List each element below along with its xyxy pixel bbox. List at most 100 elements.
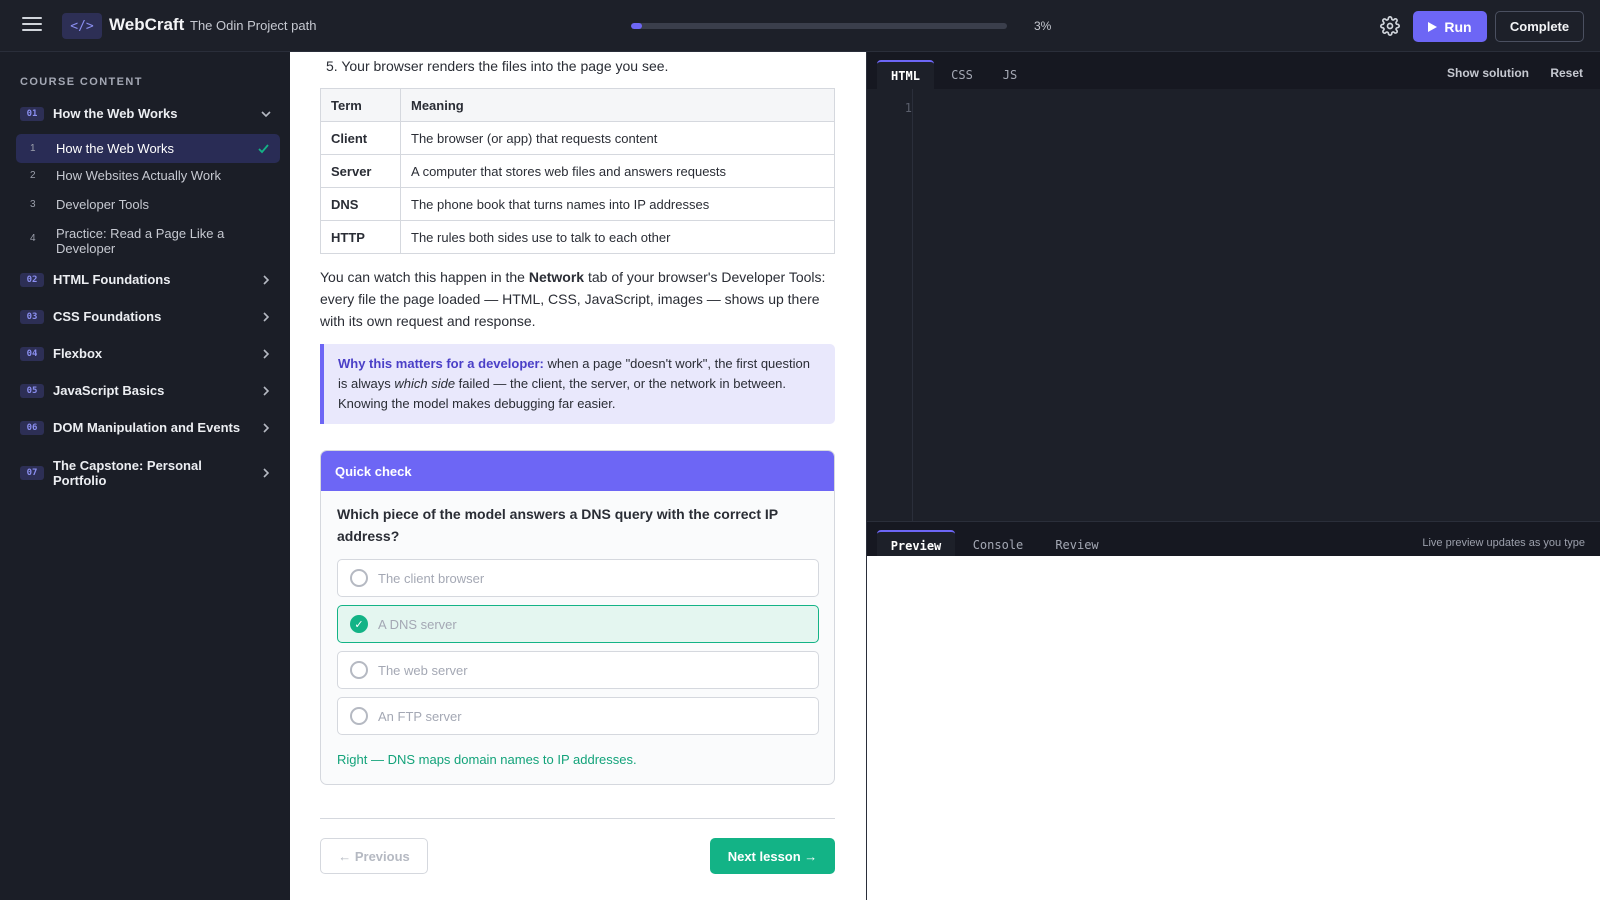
paragraph-text: You can watch this happen in the [320,269,529,285]
lesson-item[interactable]: 3 Developer Tools [16,197,280,219]
module-number: 04 [20,346,44,361]
chevron-right-icon [263,385,270,396]
developer-callout: Why this matters for a developer: when a… [320,344,835,424]
table-header-row: Term Meaning [320,88,835,122]
table-cell-term: Server [320,154,401,188]
logo-badge: </> [62,13,102,39]
tab-review[interactable]: Review [1039,530,1115,559]
lesson-item[interactable]: 2 How Websites Actually Work [16,168,280,190]
course-progress-bar [631,23,1007,29]
module-number: 05 [20,383,44,398]
module-number: 06 [20,420,44,435]
tab-console[interactable]: Console [957,530,1039,559]
quiz-option[interactable]: The web server [337,651,819,689]
lesson-title: Developer Tools [56,197,149,212]
radio-button[interactable] [350,569,368,587]
live-preview-pane[interactable] [867,556,1600,900]
lesson-number: 4 [30,233,36,244]
lesson-paragraph: You can watch this happen in the Network… [320,266,835,332]
chevron-right-icon [263,348,270,359]
lesson-title: Practice: Read a Page Like a Developer [56,226,225,256]
module-title: HTML Foundations [53,272,171,287]
module-item[interactable]: 04 Flexbox [20,346,272,361]
module-item[interactable]: 01 How the Web Works [20,106,272,121]
radio-button[interactable] [350,707,368,725]
quiz-feedback: Right — DNS maps domain names to IP addr… [337,752,637,767]
module-item[interactable]: 07 The Capstone: Personal Portfolio [20,457,272,489]
module-item[interactable]: 05 JavaScript Basics [20,383,272,398]
module-number: 07 [20,466,44,480]
module-number: 03 [20,309,44,324]
play-icon [1428,21,1438,32]
paragraph-emphasis: Network [528,269,585,285]
lesson-number: 2 [30,170,36,181]
run-button-label: Run [1444,18,1472,35]
course-sidebar: COURSE CONTENT 01 How the Web Works 1 Ho… [0,52,290,900]
table-cell-term: Client [320,121,401,155]
chevron-right-icon [263,311,270,322]
code-editor-panel: HTML CSS JS Show solution Reset 1 Previe… [866,52,1600,900]
lesson-title: How Websites Actually Work [56,168,221,183]
table-row: DNS The phone book that turns names into… [320,187,835,221]
radio-button[interactable] [350,661,368,679]
module-item[interactable]: 03 CSS Foundations [20,309,272,324]
tab-preview[interactable]: Preview [877,530,955,559]
next-lesson-button[interactable]: Next lesson → [710,838,835,874]
module-title: CSS Foundations [53,309,162,324]
table-header: Term [320,88,401,122]
quiz-question: Which piece of the model answers a DNS q… [337,506,778,544]
quiz-option-label: The web server [378,662,468,678]
module-title: How the Web Works [53,106,178,121]
quiz-option[interactable]: An FTP server [337,697,819,735]
quiz-header: Quick check [321,451,834,491]
lesson-item[interactable]: 4 Practice: Read a Page Like a Developer [16,226,280,260]
module-number: 02 [20,272,44,287]
preview-tab-bar: Preview Console Review Live preview upda… [867,521,1600,559]
sidebar-heading: COURSE CONTENT [20,76,143,88]
quiz-option-label: A DNS server [378,616,457,632]
table-header: Meaning [400,88,835,122]
table-cell-term: DNS [320,187,401,221]
table-cell-meaning: The rules both sides use to talk to each… [400,220,835,254]
complete-button[interactable]: Complete [1495,11,1584,42]
tab-html[interactable]: HTML [877,60,934,89]
table-row: Server A computer that stores web files … [320,154,835,188]
gear-icon[interactable] [1380,16,1400,36]
quick-check-quiz: Quick check Which piece of the model ans… [320,450,835,785]
table-cell-term: HTTP [320,220,401,254]
lesson-number: 3 [30,199,36,210]
table-cell-meaning: The phone book that turns names into IP … [400,187,835,221]
code-input-area[interactable] [913,89,1600,521]
preview-note: Live preview updates as you type [1422,537,1585,549]
radio-button-checked[interactable]: ✓ [350,615,368,633]
chevron-right-icon [263,274,270,285]
table-cell-meaning: The browser (or app) that requests conte… [400,121,835,155]
module-title: The Capstone: Personal Portfolio [53,458,202,488]
quiz-option[interactable]: The client browser [337,559,819,597]
editor-tab-bar: HTML CSS JS Show solution Reset [867,52,1600,89]
run-button[interactable]: Run [1413,11,1487,42]
lesson-item[interactable]: 1 How the Web Works [16,134,280,163]
reset-button[interactable]: Reset [1550,66,1583,80]
brand-name: WebCraft [109,15,185,34]
show-solution-button[interactable]: Show solution [1447,66,1529,80]
tab-css[interactable]: CSS [936,60,988,89]
hamburger-icon[interactable] [22,17,42,35]
module-title: Flexbox [53,346,103,361]
previous-button[interactable]: ← Previous [320,838,428,874]
table-row: Client The browser (or app) that request… [320,121,835,155]
module-number: 01 [20,106,44,121]
lesson-number: 1 [30,143,36,154]
callout-emphasis: which side [394,376,456,391]
content-divider [320,818,835,819]
terms-table: Term Meaning Client The browser (or app)… [320,88,835,254]
check-icon [258,144,269,154]
line-number: 1 [904,101,912,115]
quiz-option[interactable]: ✓ A DNS server [337,605,819,643]
module-item[interactable]: 02 HTML Foundations [20,272,272,287]
top-bar: </> WebCraft The Odin Project path 3% Ru… [0,0,1600,52]
tab-js[interactable]: JS [988,60,1032,89]
chevron-down-icon [261,110,271,117]
module-item[interactable]: 06 DOM Manipulation and Events [20,420,272,435]
lesson-content: 5. Your browser renders the files into t… [290,52,866,900]
